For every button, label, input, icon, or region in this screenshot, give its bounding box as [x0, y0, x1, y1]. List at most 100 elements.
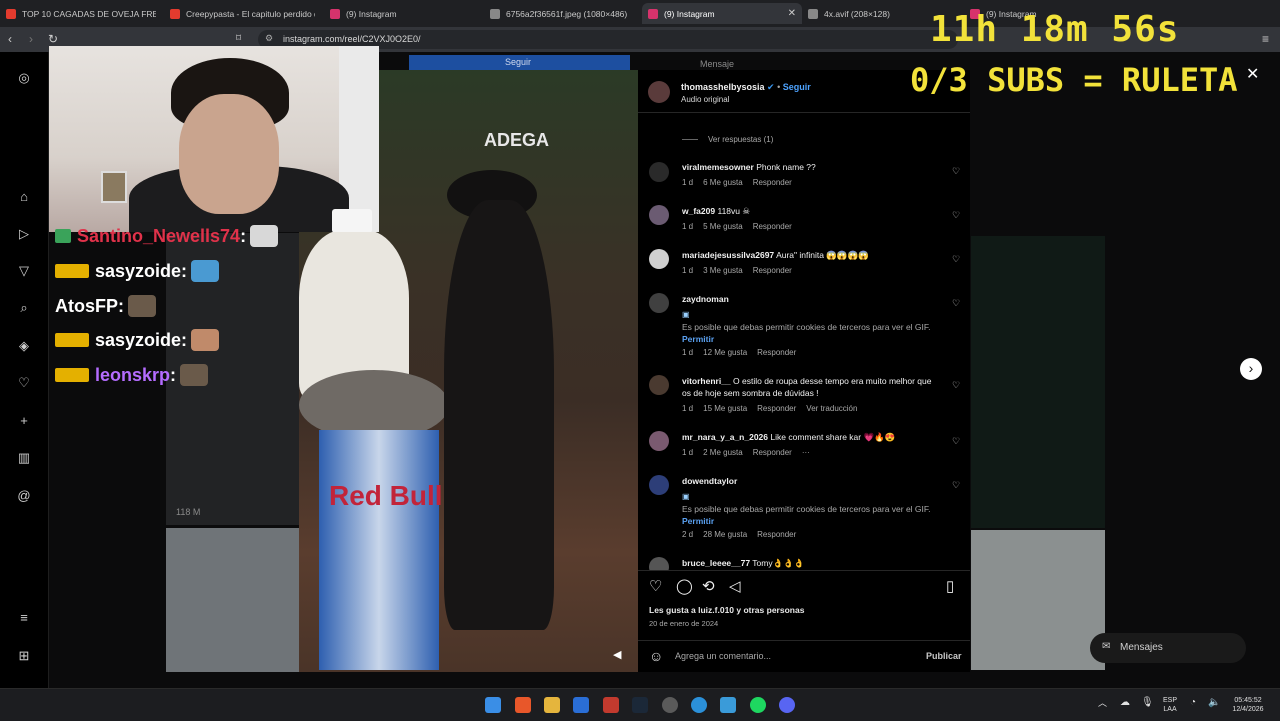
- search-icon[interactable]: ⌕: [16, 300, 32, 316]
- likes-summary[interactable]: Les gusta a luiz.f.010 y otras personas: [649, 605, 804, 615]
- language-indicator[interactable]: ESP LAA: [1163, 696, 1177, 714]
- notepad-icon[interactable]: [720, 697, 736, 713]
- menu-icon[interactable]: ≡: [1262, 33, 1269, 45]
- menu-icon[interactable]: ≡: [16, 610, 32, 626]
- audio-label[interactable]: Audio original: [681, 95, 729, 104]
- site-info-icon[interactable]: ⚙: [265, 33, 273, 44]
- like-comment-icon[interactable]: ♡: [952, 436, 960, 447]
- comment-username[interactable]: mr_nara_y_a_n_2026: [682, 432, 768, 442]
- reply-button[interactable]: Responder: [753, 448, 792, 457]
- follow-button[interactable]: Seguir: [783, 82, 811, 92]
- back-icon[interactable]: ‹: [8, 33, 12, 45]
- comment-avatar[interactable]: [649, 557, 669, 570]
- apps-icon[interactable]: ⊞: [16, 648, 32, 664]
- mic-icon[interactable]: 🎙: [1141, 698, 1154, 708]
- author-username[interactable]: thomasshelbysosia: [681, 82, 765, 92]
- create-icon[interactable]: +: [16, 413, 32, 429]
- comment-username[interactable]: vitorhenri__: [682, 376, 731, 386]
- reply-button[interactable]: Responder: [753, 222, 792, 231]
- reels-icon[interactable]: ▷: [16, 226, 32, 242]
- compass-icon[interactable]: ◈: [16, 338, 32, 354]
- tab-2[interactable]: (9) Instagram: [330, 3, 470, 24]
- comment-avatar[interactable]: [649, 249, 669, 269]
- brave-icon[interactable]: [515, 697, 531, 713]
- like-icon[interactable]: ♡: [649, 577, 662, 595]
- home-icon[interactable]: ⌂: [16, 189, 32, 205]
- spotify-icon[interactable]: [750, 697, 766, 713]
- tab-active-instagram[interactable]: (9) Instagram ✕: [642, 3, 802, 24]
- forward-icon[interactable]: ›: [29, 33, 33, 45]
- clock[interactable]: 05:45:52 12/4/2026: [1226, 696, 1270, 714]
- share-icon[interactable]: ◁: [729, 577, 741, 595]
- explore-icon[interactable]: ▽: [16, 263, 32, 279]
- comment-avatar[interactable]: [649, 475, 669, 495]
- reload-icon[interactable]: ↻: [48, 33, 58, 45]
- repost-icon[interactable]: ⟲: [702, 577, 715, 595]
- close-tab-icon[interactable]: ✕: [788, 8, 796, 19]
- instagram-icon[interactable]: ◎: [16, 70, 32, 86]
- comment-likes[interactable]: 6 Me gusta: [703, 178, 743, 187]
- permit-cookies-link[interactable]: Permitir: [682, 516, 714, 526]
- comment-likes[interactable]: 15 Me gusta: [703, 404, 747, 413]
- volume-icon[interactable]: 🔈: [1208, 698, 1220, 708]
- like-comment-icon[interactable]: ♡: [952, 254, 960, 265]
- comment-avatar[interactable]: [649, 293, 669, 313]
- comment-avatar[interactable]: [649, 162, 669, 182]
- like-comment-icon[interactable]: ♡: [952, 480, 960, 491]
- heart-icon[interactable]: ♡: [16, 375, 32, 391]
- author-avatar[interactable]: [648, 81, 670, 103]
- messages-button[interactable]: ✉ Mensajes: [1090, 633, 1246, 663]
- chevron-up-icon[interactable]: ︿: [1098, 699, 1107, 708]
- translate-link[interactable]: Ver traducción: [806, 404, 857, 413]
- overlay-message-button[interactable]: Mensaje: [700, 59, 734, 69]
- like-comment-icon[interactable]: ♡: [952, 210, 960, 221]
- obs-icon[interactable]: [662, 697, 678, 713]
- dashboard-icon[interactable]: ▥: [16, 450, 32, 466]
- bing-icon[interactable]: [573, 697, 589, 713]
- like-comment-icon[interactable]: ♡: [952, 166, 960, 177]
- network-icon[interactable]: ☁: [1120, 698, 1130, 708]
- more-options-icon[interactable]: ···: [802, 448, 810, 457]
- reply-button[interactable]: Responder: [753, 266, 792, 275]
- comment-likes[interactable]: 5 Me gusta: [703, 222, 743, 231]
- tab-0[interactable]: TOP 10 CAGADAS DE OVEJA FREE F: [6, 3, 156, 24]
- steam-icon[interactable]: [632, 697, 648, 713]
- reply-button[interactable]: Responder: [753, 178, 792, 187]
- comment-username[interactable]: zaydnoman: [682, 294, 729, 304]
- app-icon[interactable]: [691, 697, 707, 713]
- tab-3[interactable]: 6756a2f36561f.jpeg (1080×486): [490, 3, 630, 24]
- discord-icon[interactable]: [779, 697, 795, 713]
- comment-username[interactable]: dowendtaylor: [682, 476, 737, 486]
- emoji-icon[interactable]: ☺: [649, 648, 663, 664]
- comment-avatar[interactable]: [649, 205, 669, 225]
- windows-start-icon[interactable]: [485, 697, 501, 713]
- comment-icon[interactable]: ◯: [676, 577, 693, 595]
- wifi-icon[interactable]: ◔: [1190, 698, 1196, 708]
- tab-5[interactable]: 4x.avif (208×128): [808, 3, 938, 24]
- reply-button[interactable]: Responder: [757, 404, 796, 413]
- comment-username[interactable]: viralmemesowner: [682, 162, 754, 172]
- permit-cookies-link[interactable]: Permitir: [682, 334, 714, 344]
- reply-button[interactable]: Responder: [757, 530, 796, 539]
- comment-username[interactable]: mariadejesussilva2697: [682, 250, 774, 260]
- app-icon[interactable]: [603, 697, 619, 713]
- comment-avatar[interactable]: [649, 375, 669, 395]
- threads-icon[interactable]: @: [16, 488, 32, 504]
- file-explorer-icon[interactable]: [544, 697, 560, 713]
- bookmark-icon[interactable]: ⌑: [236, 33, 241, 45]
- reply-button[interactable]: Responder: [757, 348, 796, 357]
- comment-likes[interactable]: 2 Me gusta: [703, 448, 743, 457]
- comment-username[interactable]: w_fa209: [682, 206, 715, 216]
- save-icon[interactable]: ▯: [946, 577, 954, 595]
- overlay-follow-button[interactable]: Seguir: [409, 55, 630, 70]
- close-icon[interactable]: ✕: [1246, 64, 1259, 84]
- publish-button[interactable]: Publicar: [926, 651, 962, 661]
- comment-likes[interactable]: 12 Me gusta: [703, 348, 747, 357]
- comment-input[interactable]: Agrega un comentario...: [675, 651, 771, 661]
- like-comment-icon[interactable]: ♡: [952, 380, 960, 391]
- comment-username[interactable]: bruce_leeee__77: [682, 558, 750, 568]
- comment-likes[interactable]: 3 Me gusta: [703, 266, 743, 275]
- like-comment-icon[interactable]: ♡: [952, 298, 960, 309]
- comment-likes[interactable]: 28 Me gusta: [703, 530, 747, 539]
- tab-1[interactable]: Creepypasta - El capitulo perdido d: [170, 3, 315, 24]
